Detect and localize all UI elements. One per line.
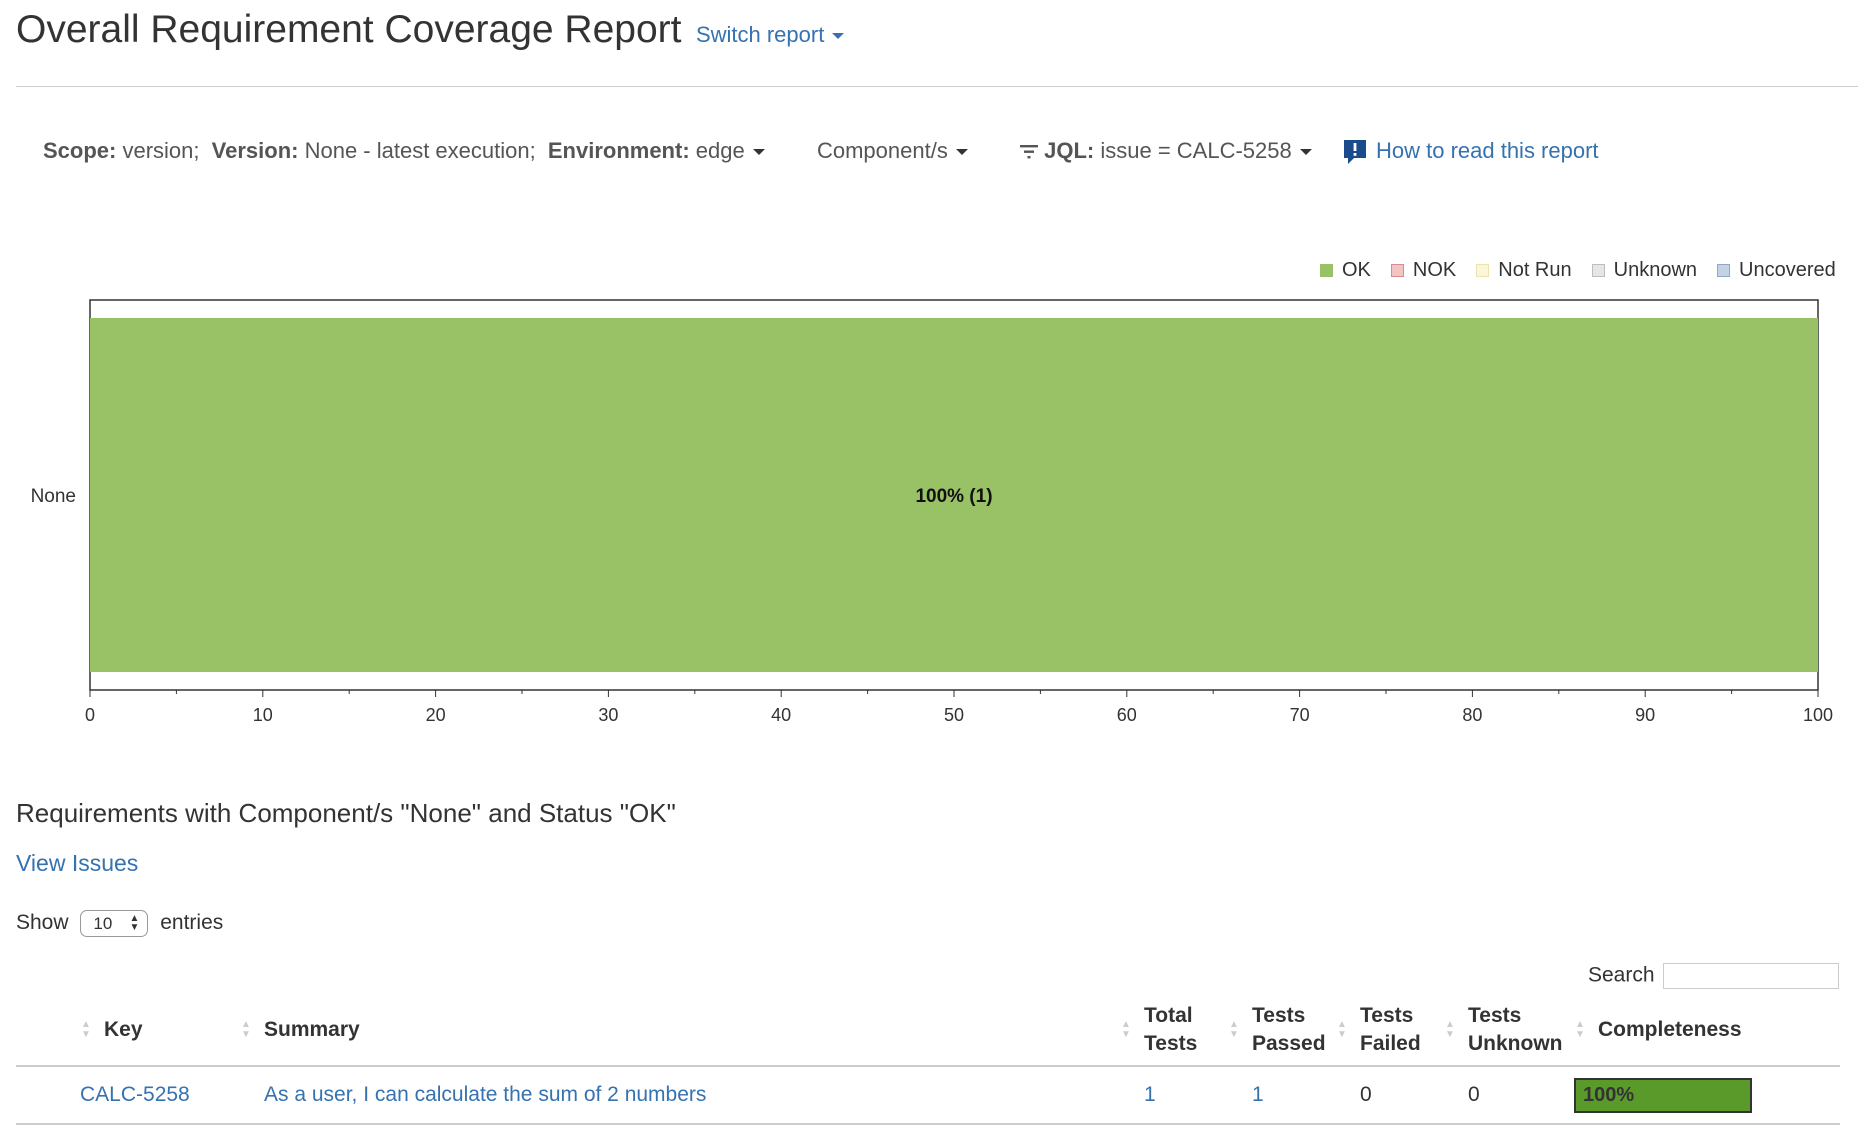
- chevron-down-icon: [1299, 149, 1312, 156]
- legend-label: Not Run: [1498, 259, 1572, 281]
- total-tests-link[interactable]: 1: [1144, 1083, 1156, 1106]
- table-row: CALC-5258 As a user, I can calculate the…: [16, 1066, 1840, 1125]
- x-tick-label: 30: [598, 705, 618, 725]
- report-header: Overall Requirement Coverage Report Swit…: [16, 8, 1858, 87]
- legend-label: Uncovered: [1739, 259, 1836, 281]
- page-title: Overall Requirement Coverage Report: [16, 8, 682, 51]
- coverage-chart: 100% (1) None 0 10 20 30 40 50 60 70 80 90 100: [31, 299, 1833, 725]
- column-header-tests-passed[interactable]: ▲ ▼ Tests Passed: [1228, 995, 1336, 1067]
- sort-icon: ▲ ▼: [1445, 1019, 1455, 1040]
- sort-icon: ▲ ▼: [1575, 1019, 1585, 1040]
- column-header-tests-failed[interactable]: ▲ ▼ Tests Failed: [1336, 995, 1444, 1067]
- x-tick-label: 50: [944, 705, 964, 725]
- column-header-total-tests[interactable]: ▲ ▼ Total Tests: [1120, 995, 1228, 1067]
- legend-swatch: [1476, 264, 1490, 277]
- x-tick-label: 40: [771, 705, 791, 725]
- column-header-tests-unknown[interactable]: ▲ ▼ Tests Unknown: [1444, 995, 1574, 1067]
- version-filter: Version: None - latest execution;: [211, 138, 536, 163]
- column-header-completeness[interactable]: ▲ ▼ Completeness: [1574, 995, 1840, 1067]
- requirements-list-title: Requirements with Component/s "None" and…: [16, 798, 676, 828]
- legend-label: OK: [1342, 259, 1371, 281]
- info-help-icon: [1343, 140, 1366, 165]
- sort-icon: ▲ ▼: [241, 1019, 251, 1040]
- column-header-key[interactable]: ▲ ▼ Key: [80, 995, 240, 1067]
- chevron-down-icon: [752, 149, 765, 156]
- requirements-table: ▲ ▼ Key ▲ ▼ Summary ▲ ▼ Total Tests ▲ ▼ Tests Pa…: [16, 995, 1840, 1125]
- chevron-down-icon: [955, 149, 968, 156]
- x-tick-label: 60: [1117, 705, 1137, 725]
- bar-data-label: 100% (1): [915, 486, 992, 507]
- x-tick-label: 10: [253, 705, 273, 725]
- switch-report-dropdown[interactable]: Switch report: [695, 22, 845, 48]
- legend-swatch: [1390, 264, 1404, 277]
- entries-select[interactable]: 10 ▲ ▼: [80, 910, 149, 937]
- chevron-down-icon: [832, 33, 845, 40]
- tests-passed-link[interactable]: 1: [1252, 1083, 1264, 1106]
- chart-legend: OK NOK Not Run Unknown Uncovered: [1300, 259, 1836, 282]
- legend-item-unknown[interactable]: Unknown: [1591, 259, 1698, 282]
- requirement-key-link[interactable]: CALC-5258: [80, 1083, 190, 1106]
- search-box: Search: [1588, 963, 1839, 989]
- sort-icon: ▲ ▼: [1229, 1019, 1239, 1040]
- completeness-bar: 100%: [1574, 1077, 1752, 1113]
- jql-filter[interactable]: JQL: issue = CALC-5258: [1020, 138, 1312, 164]
- sort-icon: ▲ ▼: [1337, 1019, 1347, 1040]
- show-entries: Show 10 ▲ ▼ entries: [16, 910, 223, 937]
- search-input[interactable]: [1662, 963, 1839, 989]
- switch-report-label: Switch report: [695, 22, 825, 47]
- select-arrows-icon: ▲ ▼: [129, 913, 140, 933]
- requirement-summary-link[interactable]: As a user, I can calculate the sum of 2 …: [264, 1083, 706, 1106]
- components-filter[interactable]: Component/s: [817, 138, 968, 164]
- table-header-row: ▲ ▼ Key ▲ ▼ Summary ▲ ▼ Total Tests ▲ ▼ Tests Pa…: [16, 995, 1840, 1067]
- how-to-read-link[interactable]: How to read this report: [1342, 138, 1599, 166]
- view-issues-link[interactable]: View Issues: [16, 850, 138, 877]
- x-tick-label: 0: [85, 705, 95, 725]
- legend-item-nok[interactable]: NOK: [1390, 259, 1457, 282]
- legend-item-ok[interactable]: OK: [1320, 259, 1371, 282]
- scope-filter: Scope: version;: [43, 138, 200, 163]
- legend-label: Unknown: [1613, 259, 1698, 281]
- filter-icon: [1020, 145, 1039, 159]
- x-tick-label: 70: [1290, 705, 1310, 725]
- sort-icon: ▲ ▼: [1121, 1019, 1131, 1040]
- x-tick-label: 80: [1462, 705, 1482, 725]
- show-label: Show: [16, 911, 69, 935]
- legend-swatch: [1717, 264, 1731, 277]
- legend-swatch: [1320, 264, 1333, 277]
- search-label: Search: [1588, 963, 1655, 987]
- filter-bar: Scope: version; Version: None - latest e…: [43, 138, 1605, 166]
- entries-label: entries: [160, 911, 224, 935]
- legend-item-uncovered[interactable]: Uncovered: [1717, 259, 1836, 282]
- legend-item-not-run[interactable]: Not Run: [1476, 259, 1572, 282]
- tests-failed-value: 0: [1360, 1083, 1372, 1106]
- x-tick-label: 90: [1635, 705, 1655, 725]
- sort-icon: ▲ ▼: [81, 1019, 91, 1040]
- legend-label: NOK: [1412, 259, 1457, 281]
- legend-swatch: [1591, 264, 1605, 277]
- x-tick-label: 100: [1803, 705, 1833, 725]
- tests-unknown-value: 0: [1468, 1083, 1480, 1106]
- environment-filter[interactable]: Environment: edge: [548, 138, 765, 164]
- x-tick-label: 20: [426, 705, 446, 725]
- category-label: None: [31, 486, 76, 507]
- column-header-summary[interactable]: ▲ ▼ Summary: [240, 995, 1120, 1067]
